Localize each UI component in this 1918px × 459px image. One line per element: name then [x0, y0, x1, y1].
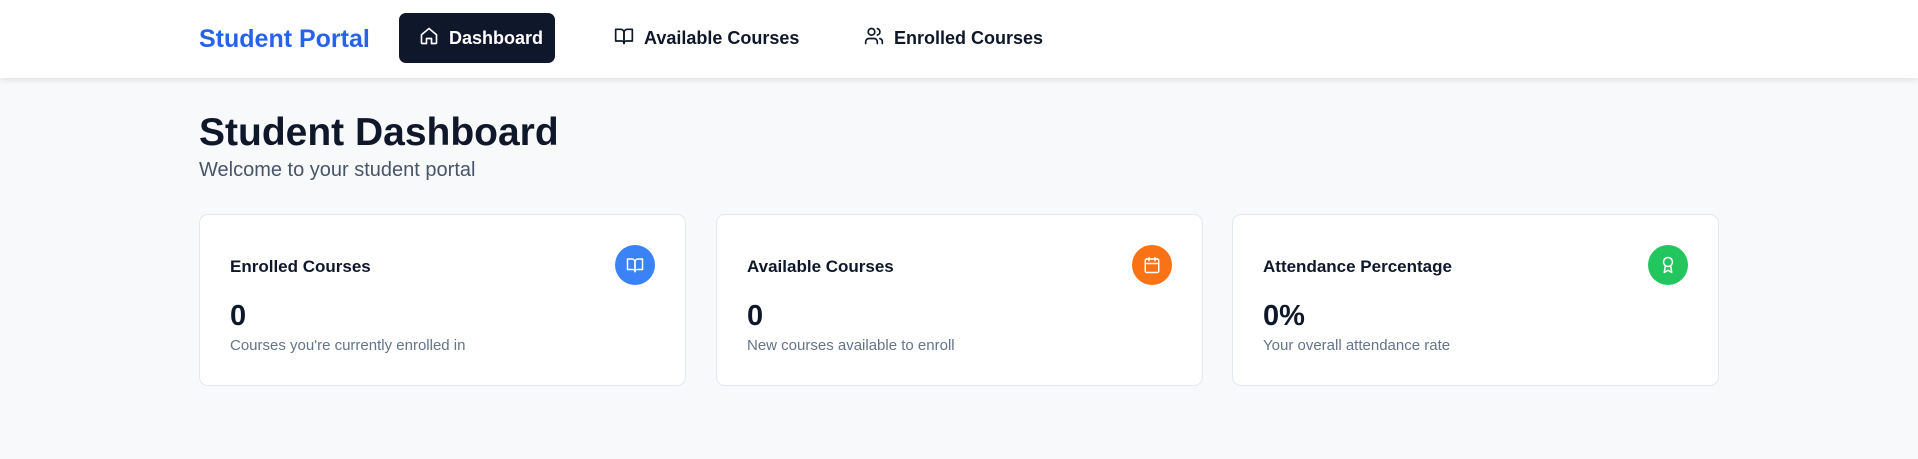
book-open-icon	[614, 26, 634, 51]
nav-enrolled-courses-label: Enrolled Courses	[894, 27, 1044, 48]
card-title: Attendance Percentage	[1263, 257, 1452, 276]
available-courses-card: Available Courses 0 New courses availabl…	[716, 214, 1203, 386]
card-description: Courses you're currently enrolled in	[230, 337, 466, 354]
card-description: Your overall attendance rate	[1263, 337, 1451, 354]
book-open-icon	[615, 245, 655, 285]
card-value: 0	[230, 300, 247, 332]
card-title: Available Courses	[747, 257, 894, 276]
users-icon	[864, 26, 884, 51]
home-icon	[419, 26, 439, 51]
brand-logo[interactable]: Student Portal	[199, 24, 370, 54]
nav-dashboard[interactable]: Dashboard	[399, 13, 555, 63]
card-title: Enrolled Courses	[230, 257, 371, 276]
top-navbar: Student Portal Dashboard Available Cours…	[0, 0, 1918, 78]
enrolled-courses-card: Enrolled Courses 0 Courses you're curren…	[199, 214, 686, 386]
card-value: 0%	[1263, 300, 1305, 332]
nav-available-courses[interactable]: Available Courses	[614, 13, 799, 63]
page-subtitle: Welcome to your student portal	[199, 159, 476, 181]
card-description: New courses available to enroll	[747, 337, 955, 354]
card-value: 0	[747, 300, 764, 332]
calendar-icon	[1132, 245, 1172, 285]
nav-available-courses-label: Available Courses	[644, 27, 800, 48]
award-icon	[1648, 245, 1688, 285]
attendance-percentage-card: Attendance Percentage 0% Your overall at…	[1232, 214, 1719, 386]
nav-enrolled-courses[interactable]: Enrolled Courses	[864, 13, 1043, 63]
page-title: Student Dashboard	[199, 111, 559, 154]
nav-dashboard-label: Dashboard	[449, 27, 544, 48]
